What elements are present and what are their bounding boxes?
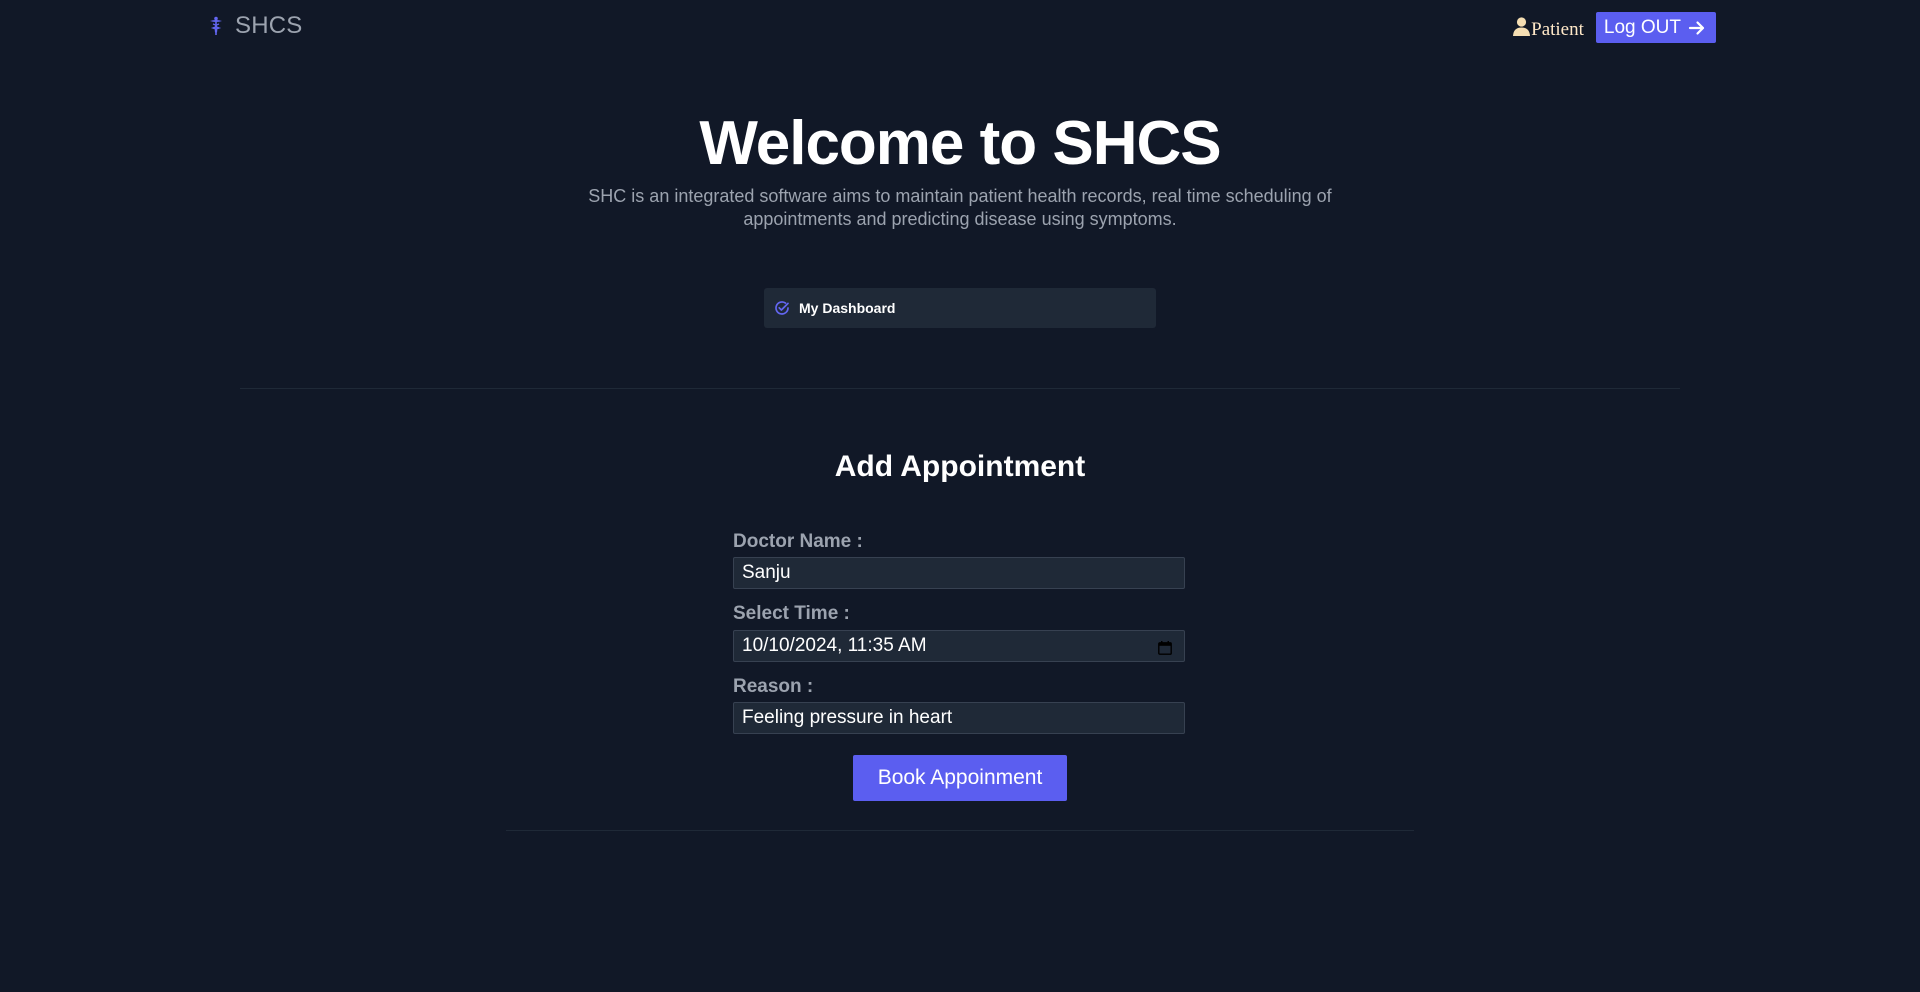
user-icon bbox=[1512, 16, 1531, 36]
calendar-icon[interactable] bbox=[1158, 639, 1172, 655]
doctor-name-input[interactable]: Sanju bbox=[733, 557, 1185, 589]
doctor-name-label: Doctor Name : bbox=[733, 531, 863, 552]
select-time-input[interactable]: 10/10/2024, 11:35 AM bbox=[733, 630, 1185, 662]
section-divider bbox=[240, 388, 1680, 389]
select-time-value: 10/10/2024, 11:35 AM bbox=[742, 635, 927, 656]
reason-value: Feeling pressure in heart bbox=[742, 707, 953, 728]
book-appointment-button[interactable]: Book Appoinment bbox=[853, 755, 1067, 801]
my-dashboard-link[interactable]: My Dashboard bbox=[764, 288, 1156, 328]
page: SHCS Patient Log OUT Welcome to SHCS SHC… bbox=[0, 0, 1920, 992]
user-role-label: Patient bbox=[1531, 18, 1584, 40]
arrow-right-icon bbox=[1688, 19, 1706, 37]
user-area: Patient Log OUT bbox=[1512, 12, 1716, 43]
doctor-name-value: Sanju bbox=[742, 562, 791, 583]
reason-input[interactable]: Feeling pressure in heart bbox=[733, 702, 1185, 734]
page-subtitle: SHC is an integrated software aims to ma… bbox=[588, 186, 1332, 229]
brand-name: SHCS bbox=[235, 12, 303, 39]
user-profile[interactable]: Patient bbox=[1512, 15, 1584, 41]
brand-link[interactable]: SHCS bbox=[208, 12, 302, 40]
logout-label: Log OUT bbox=[1603, 16, 1681, 38]
my-dashboard-label: My Dashboard bbox=[799, 300, 896, 316]
form-divider bbox=[506, 830, 1414, 831]
caduceus-icon bbox=[208, 16, 224, 36]
form-title: Add Appointment bbox=[834, 450, 1086, 483]
select-time-label: Select Time : bbox=[733, 603, 850, 624]
logout-button[interactable]: Log OUT bbox=[1595, 12, 1716, 43]
reason-label: Reason : bbox=[733, 676, 814, 697]
top-navbar: SHCS Patient Log OUT bbox=[0, 0, 1920, 56]
check-circle-icon bbox=[774, 300, 790, 316]
page-title: Welcome to SHCS bbox=[699, 109, 1221, 178]
